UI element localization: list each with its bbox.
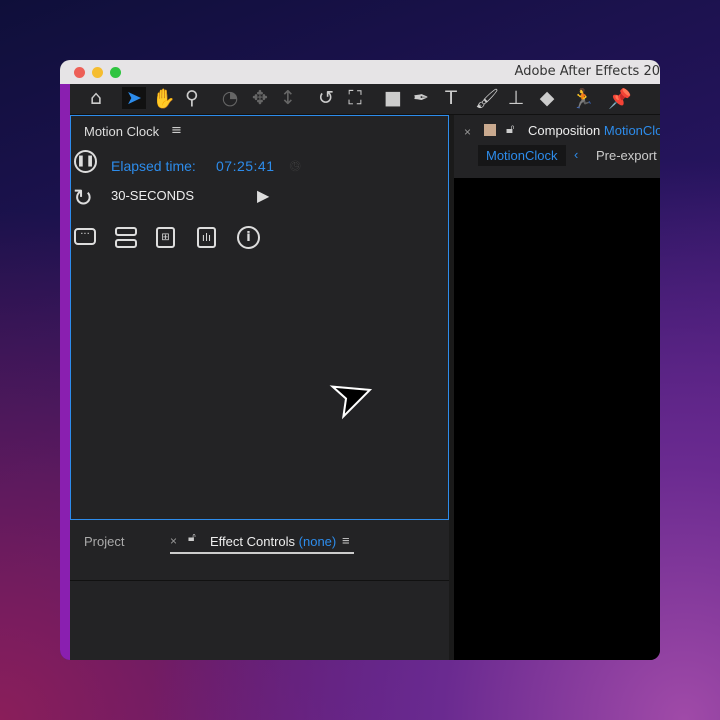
breadcrumb-motionclock[interactable]: MotionClock	[478, 145, 566, 166]
layout-top-icon[interactable]	[115, 227, 137, 236]
orbit-icon[interactable]: ◔	[218, 87, 242, 109]
eraser-icon[interactable]: ◆	[535, 87, 559, 109]
brush-icon[interactable]: 🖌	[475, 87, 499, 110]
pan-icon[interactable]: ✥	[248, 87, 272, 109]
clone-stamp-icon[interactable]: ⊥	[504, 87, 528, 109]
rotate-icon[interactable]: ↺	[314, 87, 338, 109]
type-icon[interactable]: T	[439, 87, 463, 109]
left-edge	[60, 84, 70, 660]
bottom-panel: Project × 🔓︎ Effect Controls (none) ≡	[70, 520, 449, 660]
puppet-pin-icon[interactable]: 📌	[608, 87, 632, 110]
close-window-button[interactable]	[74, 67, 85, 78]
pause-icon[interactable]: ❚❚	[74, 150, 97, 173]
pen-icon[interactable]: ✒	[409, 87, 433, 109]
lock-icon[interactable]: 🔓︎	[506, 121, 514, 137]
composition-color-swatch	[484, 124, 496, 136]
tab-prefix: Composition	[528, 123, 601, 138]
panel-title: Motion Clock	[84, 124, 160, 139]
composition-tab[interactable]: Composition MotionClo	[528, 123, 660, 138]
effect-target: (none)	[298, 534, 337, 549]
tab-effect-controls[interactable]: Effect Controls (none)	[210, 534, 336, 549]
roto-brush-icon[interactable]: 🏃	[571, 87, 595, 110]
tab-comp-name: MotionClo	[603, 123, 660, 138]
composition-panel: × 🔓︎ Composition MotionClo MotionClock ‹…	[454, 115, 660, 660]
pan-behind-icon[interactable]: ⛶	[343, 87, 367, 109]
panel-menu-icon[interactable]: ≡	[342, 533, 350, 548]
effect-controls-label: Effect Controls	[210, 534, 296, 549]
grid-doc-icon[interactable]: ⊞	[156, 227, 175, 248]
window-title: Adobe After Effects 20	[514, 64, 660, 79]
breadcrumb-pre-export[interactable]: Pre-export	[596, 148, 657, 163]
info-icon[interactable]: i	[237, 226, 260, 249]
hand-icon[interactable]: ✋	[152, 87, 176, 110]
minimize-window-button[interactable]	[92, 67, 103, 78]
elapsed-value: 07:25:41	[216, 158, 275, 174]
divider	[70, 580, 449, 581]
title-bar: Adobe After Effects 20	[60, 60, 660, 84]
motion-clock-panel: Motion Clock ≡ ❚❚ Elapsed time: 07:25:41…	[70, 115, 449, 520]
close-tab-icon[interactable]: ×	[464, 125, 471, 139]
composition-viewer[interactable]	[454, 178, 660, 660]
zoom-window-button[interactable]	[110, 67, 121, 78]
rectangle-icon[interactable]: ■	[381, 87, 405, 109]
toolbar: ⌂ ➤ ✋ ⚲ ◔ ✥ ↕ ↺ ⛶ ■ ✒ T 🖌 ⊥ ◆ 🏃 📌	[70, 84, 660, 115]
chart-doc-icon[interactable]: ılı	[197, 227, 216, 248]
interval-label[interactable]: 30-SECONDS	[111, 188, 194, 203]
lock-icon[interactable]: 🔓︎	[188, 530, 196, 545]
close-tab-icon[interactable]: ×	[170, 534, 177, 548]
home-icon[interactable]: ⌂	[84, 87, 108, 109]
elapsed-label: Elapsed time:	[111, 158, 196, 174]
app-window: Adobe After Effects 20 ⌂ ➤ ✋ ⚲ ◔ ✥ ↕ ↺ ⛶…	[60, 60, 660, 660]
panel-menu-icon[interactable]: ≡	[171, 123, 182, 138]
selection-icon[interactable]: ➤	[122, 87, 146, 109]
clock-icon[interactable]: ◷	[290, 158, 300, 172]
tab-project[interactable]: Project	[84, 534, 124, 549]
mouse-cursor-icon: ➤	[321, 360, 382, 431]
dolly-icon[interactable]: ↕	[276, 87, 300, 109]
zoom-icon[interactable]: ⚲	[180, 87, 204, 109]
repeat-icon[interactable]: ↻	[73, 184, 93, 212]
breadcrumb-chevron-icon: ‹	[574, 147, 579, 162]
comment-icon[interactable]: ···	[74, 228, 96, 245]
layout-icon[interactable]	[115, 239, 137, 248]
active-tab-underline	[170, 552, 354, 554]
play-icon[interactable]: ▶	[257, 186, 269, 205]
